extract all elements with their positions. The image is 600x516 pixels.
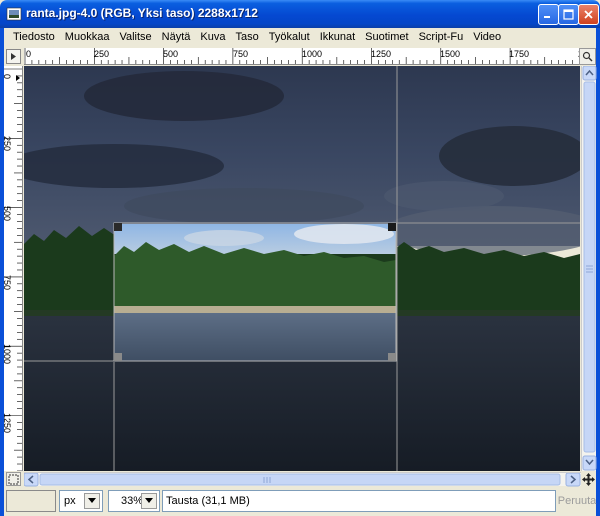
menu-kuva[interactable]: Kuva bbox=[195, 31, 230, 43]
vertical-scrollbar[interactable] bbox=[581, 65, 597, 471]
zoom-dropdown-button[interactable] bbox=[141, 493, 157, 509]
hruler-label-750: 750 bbox=[233, 49, 248, 59]
hruler-label-500: 500 bbox=[163, 49, 178, 59]
zoom-follow-button[interactable] bbox=[579, 48, 596, 65]
zoom-value[interactable]: 33% bbox=[113, 495, 143, 507]
magnifier-icon bbox=[582, 51, 593, 62]
vruler-label-500: 500 bbox=[4, 206, 12, 221]
zoom-selector[interactable]: 33% bbox=[108, 490, 160, 512]
hruler-label-1250: 1250 bbox=[371, 49, 391, 59]
vruler-label-250: 250 bbox=[4, 136, 12, 151]
window-title: ranta.jpg-4.0 (RGB, Yksi taso) 2288x1712 bbox=[26, 6, 258, 20]
vruler-label-750: 750 bbox=[4, 275, 12, 290]
hruler-label-1500: 1500 bbox=[440, 49, 460, 59]
menu-tyokalut[interactable]: Työkalut bbox=[264, 31, 315, 43]
menu-taso[interactable]: Taso bbox=[230, 31, 263, 43]
quick-mask-icon bbox=[8, 474, 19, 484]
hruler-label-0: 0 bbox=[26, 49, 31, 59]
maximize-icon bbox=[563, 9, 574, 20]
vruler-label-1000: 1000 bbox=[4, 344, 12, 364]
hruler-label-1000: 1000 bbox=[302, 49, 322, 59]
minimize-icon bbox=[544, 16, 550, 18]
vruler-label-1250: 1250 bbox=[4, 413, 12, 433]
crop-preview-region bbox=[114, 224, 396, 361]
chevron-down-icon bbox=[145, 498, 153, 503]
vertical-ruler-ticks: 0 250 500 750 1000 1250 bbox=[4, 68, 22, 471]
vruler-label-0: 0 bbox=[4, 74, 12, 79]
unit-selector[interactable]: px bbox=[59, 490, 103, 512]
minimize-button[interactable] bbox=[538, 4, 559, 25]
landscape-photo bbox=[24, 66, 580, 471]
chevron-down-icon bbox=[88, 498, 96, 503]
crop-handle-bottom-right[interactable] bbox=[388, 353, 396, 361]
crop-handle-top-left[interactable] bbox=[114, 223, 122, 231]
horizontal-scrollbar-graphic bbox=[23, 472, 581, 487]
hruler-label-1750: 1750 bbox=[509, 49, 529, 59]
crop-handle-bottom-left[interactable] bbox=[114, 353, 122, 361]
menu-muokkaa[interactable]: Muokkaa bbox=[60, 31, 115, 43]
maximize-button[interactable] bbox=[558, 4, 579, 25]
menu-nayta[interactable]: Näytä bbox=[157, 31, 196, 43]
menu-ikkunat[interactable]: Ikkunat bbox=[315, 31, 360, 43]
menu-valitse[interactable]: Valitse bbox=[114, 31, 156, 43]
gimp-app-icon bbox=[6, 6, 22, 22]
crop-handle-top-right[interactable] bbox=[388, 223, 396, 231]
quick-mask-toggle[interactable] bbox=[6, 472, 21, 486]
vertical-ruler[interactable]: 0 250 500 750 1000 1250 bbox=[4, 66, 23, 471]
pointer-coordinates bbox=[6, 490, 56, 512]
menubar: Tiedosto Muokkaa Valitse Näytä Kuva Taso… bbox=[4, 28, 596, 46]
image-menu-button[interactable] bbox=[6, 49, 21, 64]
vertical-scrollbar-graphic bbox=[582, 65, 597, 471]
unit-dropdown-button[interactable] bbox=[84, 493, 100, 509]
unit-value: px bbox=[64, 495, 76, 507]
menu-tiedosto[interactable]: Tiedosto bbox=[8, 31, 60, 43]
horizontal-ruler-ticks: 0 250 500 750 1000 1250 1500 1750 2000 bbox=[24, 48, 580, 64]
menu-script-fu[interactable]: Script-Fu bbox=[414, 31, 469, 43]
navigate-cross-icon bbox=[582, 472, 595, 486]
menu-suotimet[interactable]: Suotimet bbox=[360, 31, 413, 43]
close-icon bbox=[584, 10, 593, 19]
image-canvas[interactable] bbox=[24, 66, 580, 471]
title-bar[interactable]: ranta.jpg-4.0 (RGB, Yksi taso) 2288x1712 bbox=[0, 0, 600, 28]
horizontal-scrollbar[interactable] bbox=[23, 472, 581, 487]
hruler-label-250: 250 bbox=[94, 49, 109, 59]
status-bar: px 33% Tausta (31,1 MB) Peruuta bbox=[4, 487, 596, 516]
close-button[interactable] bbox=[578, 4, 599, 25]
horizontal-ruler[interactable]: 0 250 500 750 1000 1250 1500 1750 2000 bbox=[24, 48, 580, 65]
status-message: Tausta (31,1 MB) bbox=[162, 490, 556, 512]
cancel-button[interactable]: Peruuta bbox=[558, 490, 597, 512]
menu-video[interactable]: Video bbox=[468, 31, 506, 43]
menu-arrow-icon bbox=[11, 53, 16, 60]
navigation-button[interactable] bbox=[581, 472, 596, 486]
